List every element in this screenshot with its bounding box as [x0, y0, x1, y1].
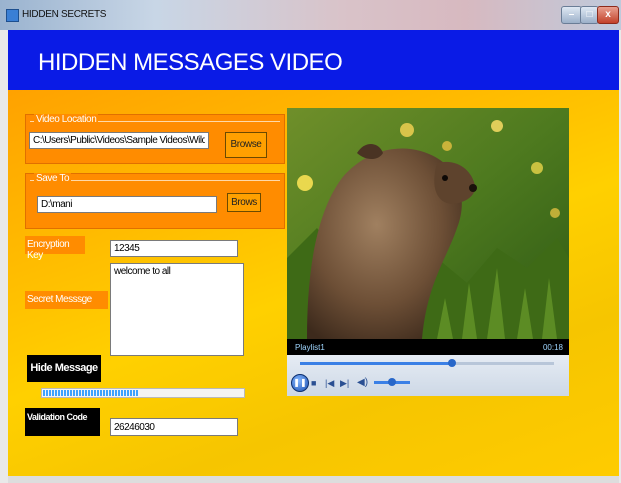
- encryption-key-input[interactable]: [110, 240, 238, 257]
- validation-code-label: Validation Code: [25, 408, 100, 436]
- app-icon: [6, 9, 19, 22]
- title-bar: HIDDEN SECRETS – □ x: [0, 0, 621, 30]
- save-to-legend: Save To: [34, 173, 72, 184]
- play-pause-icon[interactable]: ❚❚: [291, 374, 309, 392]
- media-player[interactable]: Playlist1 00:18 ❚❚ ■ |◀ ▶| ◀): [287, 108, 569, 396]
- hide-message-button[interactable]: Hide Message: [27, 355, 101, 382]
- encryption-key-label: Encryption Key: [25, 236, 85, 261]
- app-window: HIDDEN SECRETS – □ x HIDDEN MESSAGES VID…: [0, 0, 621, 483]
- video-frame: [287, 108, 569, 339]
- playlist-label: Playlist1: [295, 343, 325, 352]
- secret-message-textarea[interactable]: welcome to all: [110, 263, 244, 356]
- header-banner: HIDDEN MESSAGES VIDEO: [8, 30, 619, 90]
- save-to-input[interactable]: [37, 196, 217, 213]
- player-status-bar: Playlist1 00:18: [287, 341, 569, 355]
- window-bottom-edge: [8, 476, 619, 483]
- video-location-group: Video Location Browse: [25, 114, 285, 164]
- volume-icon[interactable]: ◀): [357, 377, 368, 388]
- volume-thumb[interactable]: [388, 378, 396, 386]
- validation-code-input[interactable]: [110, 418, 238, 436]
- seek-bar[interactable]: [300, 359, 554, 367]
- time-display: 00:18: [542, 343, 563, 352]
- volume-slider[interactable]: [374, 378, 410, 386]
- next-icon[interactable]: ▶|: [340, 378, 349, 389]
- video-location-legend: Video Location: [34, 114, 99, 125]
- stop-icon[interactable]: ■: [311, 378, 316, 388]
- page-title: HIDDEN MESSAGES VIDEO: [38, 49, 343, 76]
- secret-message-label: Secret Messsge: [25, 291, 108, 309]
- seek-fill: [300, 362, 452, 365]
- progress-bar: [41, 388, 245, 398]
- progress-fill: [43, 390, 139, 396]
- video-image: [287, 108, 569, 339]
- window-title: HIDDEN SECRETS: [22, 9, 107, 20]
- seek-thumb[interactable]: [448, 359, 456, 367]
- previous-icon[interactable]: |◀: [325, 378, 334, 389]
- browse-video-button[interactable]: Browse: [225, 132, 267, 158]
- video-location-input[interactable]: [29, 132, 209, 149]
- player-controls: ❚❚ ■ |◀ ▶| ◀): [287, 355, 569, 396]
- browse-save-button[interactable]: Brows: [227, 193, 261, 212]
- minimize-button[interactable]: –: [561, 6, 582, 24]
- save-to-group: Save To Brows: [25, 173, 285, 229]
- close-button[interactable]: x: [597, 6, 619, 24]
